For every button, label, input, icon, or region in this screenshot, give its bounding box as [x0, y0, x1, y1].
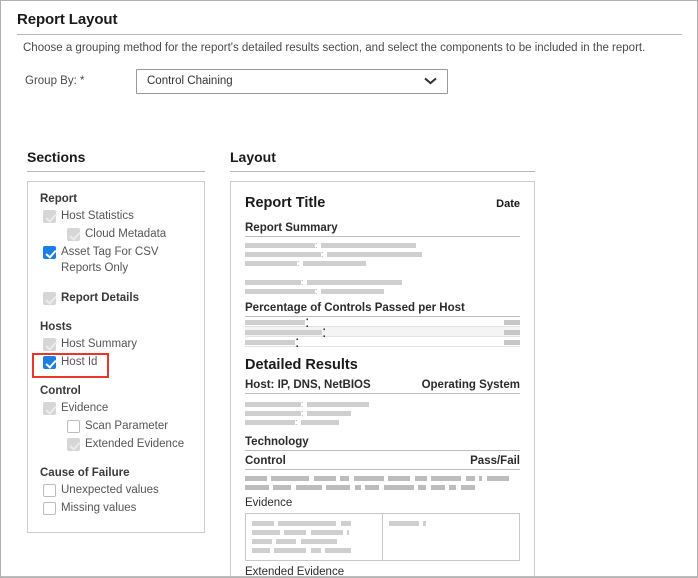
preview-operating-system-heading: Operating System — [421, 379, 520, 391]
preview-title-row: Report Title Date — [245, 194, 520, 216]
sections-panel: Report Host Statistics Cloud Metadata As… — [27, 181, 205, 533]
checkbox-host-statistics[interactable]: Host Statistics — [40, 208, 196, 224]
preview-technology-heading: Technology — [245, 436, 520, 451]
preview-percentage-heading: Percentage of Controls Passed per Host — [245, 302, 520, 317]
skeleton-line: : — [245, 400, 520, 409]
checkbox-icon-missing-values[interactable] — [43, 502, 56, 515]
checkbox-unexpected-values[interactable]: Unexpected values — [40, 482, 196, 498]
preview-percentage-row: : — [245, 335, 520, 351]
group-label-cause-of-failure: Cause of Failure — [40, 467, 130, 479]
checkbox-icon-host-statistics[interactable] — [43, 210, 56, 223]
layout-preview-panel: Report Title Date Report Summary : : : :… — [230, 181, 535, 576]
skeleton-line: : — [245, 241, 520, 250]
group-by-selected-value: Control Chaining — [147, 75, 233, 87]
checkbox-label-asset-tag: Asset Tag For CSV Reports Only — [61, 246, 159, 274]
checkbox-label-unexpected-values: Unexpected values — [61, 484, 159, 496]
checkbox-label-evidence: Evidence — [61, 402, 109, 414]
report-layout-dialog: Report Layout Choose a grouping method f… — [0, 0, 698, 578]
skeleton-line: : — [245, 278, 520, 287]
checkbox-label-extended-evidence: Extended Evidence — [85, 438, 185, 450]
checkbox-icon-scan-parameter[interactable] — [67, 420, 80, 433]
layout-heading-divider — [230, 171, 535, 172]
checkbox-label-host-statistics: Host Statistics — [61, 210, 134, 222]
checkbox-extended-evidence[interactable]: Extended Evidence — [40, 436, 196, 452]
sections-heading: Sections — [27, 149, 86, 165]
checkbox-label-host-summary: Host Summary — [61, 338, 138, 350]
title-divider — [17, 34, 682, 35]
checkbox-host-id[interactable]: Host Id — [40, 354, 196, 370]
checkbox-evidence[interactable]: Evidence — [40, 400, 196, 416]
skeleton-line: : — [245, 259, 520, 268]
checkbox-icon-cloud-metadata[interactable] — [67, 228, 80, 241]
checkbox-label-scan-parameter: Scan Parameter — [85, 420, 169, 432]
preview-control-heading: Control — [245, 455, 286, 467]
checkbox-label-host-id: Host Id — [61, 356, 98, 368]
preview-extended-evidence-heading: Extended Evidence — [245, 566, 345, 576]
checkbox-label-cloud-metadata: Cloud Metadata — [85, 228, 167, 240]
checkbox-missing-values[interactable]: Missing values — [40, 500, 196, 516]
page-title: Report Layout — [17, 11, 118, 28]
preview-evidence-cell — [246, 514, 383, 560]
checkbox-scan-parameter[interactable]: Scan Parameter — [40, 418, 196, 434]
skeleton-line: : — [245, 250, 520, 259]
preview-evidence-table — [245, 513, 520, 561]
checkbox-asset-tag-for-csv-reports-only[interactable]: Asset Tag For CSV Reports Only — [40, 244, 196, 276]
checkbox-host-summary[interactable]: Host Summary — [40, 336, 196, 352]
preview-report-summary-heading: Report Summary — [245, 222, 520, 237]
preview-date-label: Date — [496, 198, 520, 210]
checkbox-icon-host-id[interactable] — [43, 356, 56, 369]
group-by-label: Group By: * — [25, 75, 85, 87]
checkbox-icon-extended-evidence[interactable] — [67, 438, 80, 451]
checkbox-cloud-metadata[interactable]: Cloud Metadata — [40, 226, 196, 242]
group-label-report: Report — [40, 193, 78, 205]
skeleton-line: : — [245, 287, 520, 296]
checkbox-icon-report-details[interactable] — [43, 292, 56, 305]
preview-report-title: Report Title — [245, 195, 326, 211]
group-label-control: Control — [40, 385, 81, 397]
checkbox-label-report-details: Report Details — [61, 292, 139, 304]
preview-evidence-cell — [383, 514, 520, 560]
checkbox-icon-asset-tag[interactable] — [43, 246, 56, 259]
checkbox-icon-host-summary[interactable] — [43, 338, 56, 351]
bottom-divider — [1, 576, 697, 577]
intro-description: Choose a grouping method for the report'… — [23, 42, 646, 54]
preview-host-heading-row: Host: IP, DNS, NetBIOS Operating System — [245, 379, 520, 394]
checkbox-report-details[interactable]: Report Details — [40, 290, 196, 306]
skeleton-line: : — [245, 409, 520, 418]
layout-heading: Layout — [230, 149, 276, 165]
chevron-down-icon — [425, 78, 436, 85]
group-by-select[interactable]: Control Chaining — [136, 69, 448, 94]
checkbox-icon-unexpected-values[interactable] — [43, 484, 56, 497]
skeleton-line: : — [245, 418, 520, 427]
preview-control-heading-row: Control Pass/Fail — [245, 455, 520, 470]
sections-heading-divider — [27, 171, 205, 172]
preview-host-heading: Host: IP, DNS, NetBIOS — [245, 379, 371, 391]
checkbox-label-missing-values: Missing values — [61, 502, 137, 514]
group-label-hosts: Hosts — [40, 321, 72, 333]
checkbox-icon-evidence[interactable] — [43, 402, 56, 415]
preview-evidence-heading: Evidence — [245, 497, 293, 509]
preview-percentage-row: : — [245, 315, 520, 331]
preview-detailed-results-heading: Detailed Results — [245, 357, 358, 373]
preview-percentage-row: : — [245, 325, 520, 341]
preview-pass-fail-heading: Pass/Fail — [470, 455, 520, 467]
